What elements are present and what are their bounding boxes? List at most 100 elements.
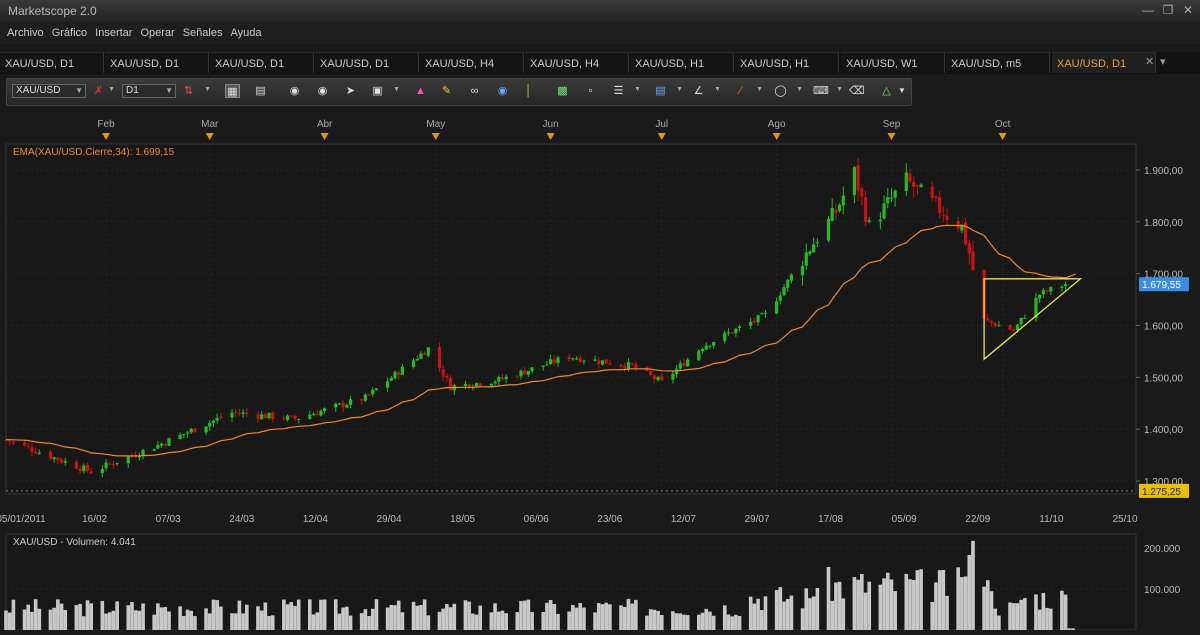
close-tab-icon[interactable]: ✕ <box>1145 55 1154 68</box>
volume-bar <box>22 609 27 630</box>
tab-xauusd-d1-2[interactable]: XAU/USD, D1 <box>105 52 209 73</box>
volume-bar <box>685 615 690 630</box>
volume-bar <box>967 555 972 630</box>
restore-icon[interactable]: ❐ <box>1160 3 1176 17</box>
chart-toolbar: XAU/USD ▼ ✗ ▼ D1 ▼ ⇅ ▼ ▦ ▤ ◉ ◉ ➤ ▣ ▼ ▲ ✎ ∞… <box>6 78 912 106</box>
toolbar-overflow-icon[interactable]: ▼ <box>897 84 907 98</box>
tab-xauusd-h1-1[interactable]: XAU/USD, H1 <box>630 52 734 73</box>
menu-senales[interactable]: Señales <box>179 22 227 39</box>
candle-body <box>908 173 912 182</box>
volume-bar <box>89 603 94 630</box>
volume-bar <box>211 599 216 630</box>
volume-bar <box>78 603 82 630</box>
tab-xauusd-w1[interactable]: XAU/USD, W1 <box>841 52 945 73</box>
menu-operar[interactable]: Operar <box>136 22 178 39</box>
candle-body <box>245 412 249 415</box>
print-icon[interactable]: ▫ <box>583 84 598 98</box>
timeframe-select[interactable]: D1 ▼ <box>122 84 176 98</box>
eraser-icon[interactable]: ⌫ <box>849 84 865 98</box>
candle-body <box>726 332 731 334</box>
price-chart[interactable]: Feb Mar Abr May Jun Jul Ago Sep Oct 05/01/2011 16… <box>0 110 1200 631</box>
volume-bar <box>604 602 608 630</box>
volume-bar <box>1008 602 1012 630</box>
grid-icon[interactable]: ▦ <box>225 84 240 98</box>
menu-archivo[interactable]: Archivo <box>0 22 48 39</box>
tab-xauusd-h4-1[interactable]: XAU/USD, H4 <box>420 52 524 73</box>
candle-body <box>256 414 260 419</box>
menu-grafico[interactable]: Gráfico <box>48 22 91 39</box>
remove-instrument-icon[interactable]: ✗ <box>91 84 106 98</box>
tab-xauusd-h1-2[interactable]: XAU/USD, H1 <box>735 52 839 73</box>
volume-bar <box>571 605 575 630</box>
volume-bar <box>267 616 271 630</box>
line-tool-icon[interactable]: ∕ <box>733 84 748 98</box>
candle-body <box>752 321 756 323</box>
ellipse-icon[interactable]: ◯ <box>773 84 788 98</box>
table-icon[interactable]: ▤ <box>253 84 268 98</box>
volume-bar <box>256 606 260 630</box>
candle-body <box>1045 290 1049 292</box>
volume-bar <box>626 598 631 630</box>
volume-bar <box>652 609 657 630</box>
candle-body <box>189 428 193 433</box>
close-icon[interactable]: ✕ <box>1180 3 1196 17</box>
volume-bar <box>11 599 16 630</box>
minimize-icon[interactable]: — <box>1140 3 1156 17</box>
candle-body <box>678 363 682 369</box>
ruler-icon[interactable]: │ <box>521 84 536 98</box>
candle-body <box>185 432 190 434</box>
gann-fan-icon[interactable]: ∠ <box>691 84 706 98</box>
candle-body <box>1038 294 1042 299</box>
link-icon[interactable]: ∞ <box>467 84 482 98</box>
volume-bar <box>311 614 316 630</box>
properties-icon[interactable]: ✎ <box>439 84 454 98</box>
crosshair-icon[interactable]: ▣ <box>370 84 385 98</box>
channel-icon[interactable]: ▤ <box>653 84 668 98</box>
network-icon[interactable]: △ <box>879 84 894 98</box>
candle-body <box>345 405 349 408</box>
text-tool-icon[interactable]: ⌨ <box>813 84 829 98</box>
candle-body <box>737 326 742 329</box>
volume-bar <box>674 613 679 630</box>
instrument-select[interactable]: XAU/USD ▼ <box>12 84 86 98</box>
tab-xauusd-h4-2[interactable]: XAU/USD, H4 <box>525 52 629 73</box>
cursor-icon[interactable]: ➤ <box>343 84 358 98</box>
candle-body <box>838 204 842 211</box>
tab-xauusd-d1-3[interactable]: XAU/USD, D1 <box>210 52 314 73</box>
volume-bar <box>993 608 998 630</box>
candle-body <box>241 412 245 414</box>
volume-bar <box>852 577 857 630</box>
tab-xauusd-d1-4[interactable]: XAU/USD, D1 <box>315 52 419 73</box>
zoom-out-icon[interactable]: ◉ <box>315 84 330 98</box>
menu-insertar[interactable]: Insertar <box>91 22 136 39</box>
volume-bar <box>656 610 660 630</box>
candle-body <box>178 434 182 440</box>
indicator-icon[interactable]: ▲ <box>413 84 428 98</box>
tab-xauusd-d1-1[interactable]: XAU/USD, D1 <box>0 52 104 73</box>
fibonacci-icon[interactable]: ☰ <box>611 84 626 98</box>
volume-bar <box>496 611 501 630</box>
volume-bar <box>322 599 327 630</box>
image-icon[interactable]: ▩ <box>555 84 570 98</box>
volume-bar <box>774 590 779 630</box>
candle-body <box>545 364 549 366</box>
chart-type-icon[interactable]: ⇅ <box>181 84 196 98</box>
tab-xauusd-d1-active[interactable]: XAU/USD, D1 <box>1052 52 1156 73</box>
candle-body <box>786 279 790 288</box>
volume-bar <box>904 573 909 630</box>
candle-body <box>608 363 612 365</box>
candle-body <box>652 375 656 380</box>
candle-body <box>74 461 78 469</box>
candle-body <box>1060 286 1064 288</box>
candle-body <box>523 370 527 375</box>
volume-bar <box>285 604 290 630</box>
tab-list-chevron-icon[interactable]: ▾ <box>1160 55 1166 68</box>
tab-xauusd-m5[interactable]: XAU/USD, m5 <box>946 52 1050 73</box>
globe-icon[interactable]: ◉ <box>495 84 510 98</box>
candle-body <box>260 414 264 420</box>
volume-bar <box>419 605 423 630</box>
zoom-in-icon[interactable]: ◉ <box>287 84 302 98</box>
menu-ayuda[interactable]: Ayuda <box>226 22 265 39</box>
candle-body <box>626 362 631 369</box>
volume-bar <box>230 613 234 630</box>
